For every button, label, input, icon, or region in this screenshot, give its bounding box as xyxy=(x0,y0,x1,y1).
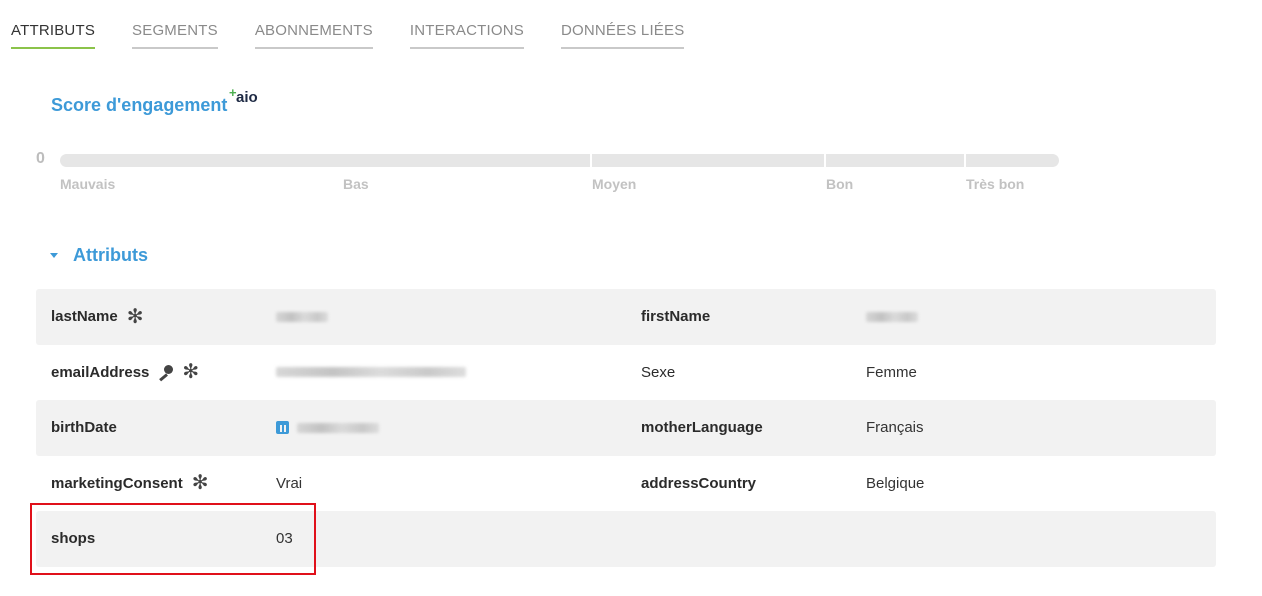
gauge-segment-bon xyxy=(826,154,964,167)
attribute-key-label: lastName xyxy=(51,308,118,326)
asterisk-icon: ✻ xyxy=(126,305,144,328)
blurred-value xyxy=(276,367,466,378)
attribute-value: 03 xyxy=(276,530,293,548)
gauge-label-bon: Bon xyxy=(826,176,854,192)
engagement-score-value: 0 xyxy=(36,150,45,167)
caret-down-icon xyxy=(50,253,58,258)
attribute-value-redacted xyxy=(276,400,379,456)
attribute-key: Sexe xyxy=(641,363,676,381)
tab-abonnements[interactable]: ABONNEMENTS xyxy=(254,22,373,49)
calendar-icon xyxy=(276,421,289,435)
table-row: marketingConsent ✻ Vrai addressCountry B… xyxy=(36,456,1216,512)
aio-logo-icon: + aio xyxy=(229,86,263,108)
engagement-score-title: Score d'engagement xyxy=(51,95,228,115)
blurred-value xyxy=(297,422,379,433)
attribute-key: shops xyxy=(51,530,96,548)
attribute-value: Vrai xyxy=(276,474,303,492)
attribute-key: addressCountry xyxy=(641,474,757,492)
gauge-label-moyen: Moyen xyxy=(592,176,637,192)
tab-attributs[interactable]: ATTRIBUTS xyxy=(11,22,96,49)
attribute-key-label: marketingConsent xyxy=(51,474,183,492)
attribute-key: firstName xyxy=(641,308,711,326)
gauge-segment-tres-bon xyxy=(966,154,1059,167)
attribute-value: Français xyxy=(866,419,924,437)
attribute-value: Belgique xyxy=(866,474,925,492)
gauge-label-mauvais: Mauvais xyxy=(60,176,116,192)
tab-interactions[interactable]: INTERACTIONS xyxy=(409,22,524,49)
attribute-value: Femme xyxy=(866,363,917,381)
asterisk-icon: ✻ xyxy=(191,472,209,495)
gauge-label-bas: Bas xyxy=(343,176,369,192)
attribute-key: motherLanguage xyxy=(641,419,763,437)
attribute-key: emailAddress ✻ xyxy=(51,345,199,401)
attribute-value-redacted xyxy=(276,345,466,401)
tab-bar: ATTRIBUTS SEGMENTS ABONNEMENTS INTERACTI… xyxy=(11,22,721,49)
tab-segments[interactable]: SEGMENTS xyxy=(132,22,218,49)
attribute-key-label: emailAddress xyxy=(51,363,150,381)
attribute-value-redacted xyxy=(276,289,328,345)
asterisk-icon: ✻ xyxy=(182,361,200,384)
attribute-value-redacted xyxy=(866,289,918,345)
table-row: emailAddress ✻ Sexe Femme xyxy=(36,345,1216,401)
gauge-segment-mauvais-bas xyxy=(60,154,590,167)
table-row: lastName ✻ firstName xyxy=(36,289,1216,345)
blurred-value xyxy=(276,311,328,322)
engagement-gauge xyxy=(60,154,1059,167)
attribute-key: lastName ✻ xyxy=(51,289,143,345)
gauge-label-tres-bon: Très bon xyxy=(966,176,1025,192)
attribute-key: marketingConsent ✻ xyxy=(51,456,208,512)
attributes-table: lastName ✻ firstName emailAddress ✻ Sexe… xyxy=(36,289,1216,567)
section-title: Attributs xyxy=(73,245,148,265)
attribute-key: birthDate xyxy=(51,419,117,437)
gauge-segment-moyen xyxy=(592,154,824,167)
aio-logo-text: aio xyxy=(236,89,258,106)
tab-donnees-liees[interactable]: DONNÉES LIÉES xyxy=(560,22,685,49)
table-row: shops 03 xyxy=(36,511,1216,567)
table-row: birthDate motherLanguage Français xyxy=(36,400,1216,456)
blurred-value xyxy=(866,311,918,322)
attributs-section-toggle[interactable]: Attributs xyxy=(50,245,148,266)
key-icon xyxy=(157,365,174,382)
